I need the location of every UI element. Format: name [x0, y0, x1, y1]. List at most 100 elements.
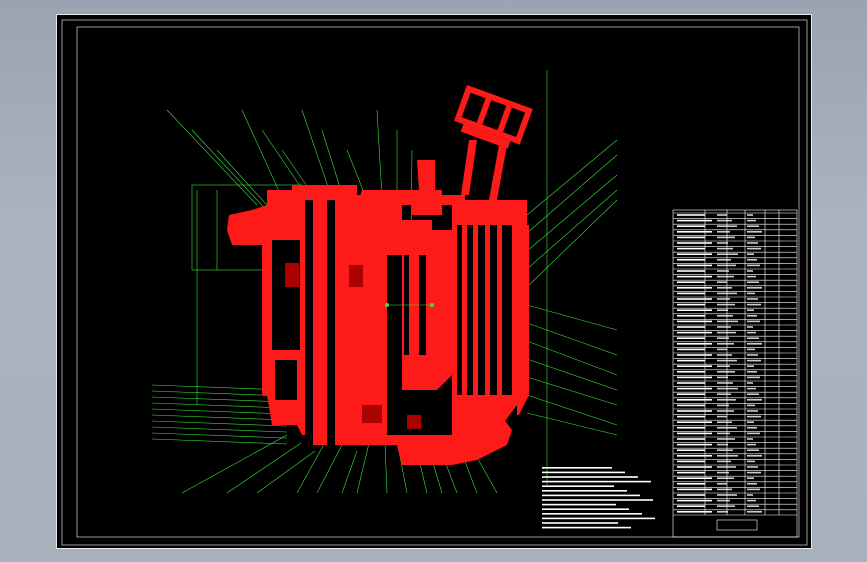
row-stroke: [677, 477, 712, 479]
row-stroke: [677, 466, 712, 468]
leader-line: [526, 322, 618, 356]
row-stroke: [747, 466, 758, 468]
row-stroke: [747, 455, 762, 457]
row-stroke: [717, 421, 732, 423]
row-stroke: [677, 225, 705, 227]
parts-list-rows: [673, 210, 797, 531]
note-stroke: [542, 480, 651, 483]
leader-line: [526, 376, 618, 406]
row-stroke: [717, 399, 736, 401]
leader-line: [526, 340, 618, 376]
row-stroke: [677, 483, 705, 485]
row-stroke: [747, 231, 762, 233]
row-stroke: [677, 315, 705, 317]
row-stroke: [747, 320, 760, 323]
leader-line: [151, 414, 288, 421]
row-stroke: [717, 315, 733, 317]
row-stroke: [747, 432, 760, 435]
row-stroke: [717, 242, 728, 244]
row-stroke: [747, 483, 757, 485]
right-flange: [517, 225, 529, 415]
row-stroke: [747, 236, 755, 239]
leader-line: [166, 109, 258, 206]
leader-line: [341, 450, 358, 494]
row-stroke: [677, 505, 705, 507]
row-stroke: [677, 309, 712, 311]
row-stroke: [747, 264, 760, 267]
row-stroke: [677, 404, 705, 407]
row-stroke: [717, 264, 736, 267]
leader-line: [316, 442, 344, 494]
row-stroke: [747, 259, 757, 261]
note-stroke: [542, 485, 614, 487]
right-bar-4: [497, 225, 502, 395]
note-stroke: [542, 508, 629, 510]
row-stroke: [717, 365, 730, 367]
row-stroke: [717, 247, 733, 250]
row-stroke: [717, 343, 734, 345]
row-stroke: [677, 292, 705, 295]
row-stroke: [677, 343, 712, 345]
row-stroke: [717, 499, 730, 502]
row-stroke: [677, 348, 705, 351]
rotor-shaft: [409, 245, 419, 385]
row-stroke: [717, 376, 728, 379]
row-stroke: [677, 270, 705, 272]
row-stroke: [717, 219, 732, 222]
title-cell: [716, 519, 758, 531]
row-stroke: [717, 466, 736, 468]
title-block: [672, 209, 798, 538]
row-stroke: [747, 449, 759, 451]
row-stroke: [747, 427, 757, 429]
row-stroke: [717, 393, 731, 395]
row-stroke: [747, 287, 762, 289]
leader-line: [526, 139, 618, 216]
bottom-right-block: [452, 410, 512, 465]
note-stroke: [542, 476, 638, 478]
row-stroke: [747, 292, 755, 295]
left-lower-cavity: [275, 360, 297, 400]
row-stroke: [717, 298, 730, 300]
row-stroke: [677, 231, 712, 233]
row-stroke: [747, 471, 761, 474]
row-stroke: [677, 320, 712, 323]
cad-viewport[interactable]: [56, 14, 812, 549]
row-stroke: [717, 460, 731, 463]
row-stroke: [747, 499, 756, 502]
row-stroke: [747, 298, 758, 300]
row-stroke: [747, 399, 762, 401]
bottom-hatch-1: [362, 405, 382, 423]
row-stroke: [677, 303, 705, 306]
row-stroke: [677, 415, 705, 418]
row-stroke: [677, 236, 705, 239]
row-stroke: [747, 488, 760, 491]
row-stroke: [747, 242, 758, 244]
inclined-motor: [454, 85, 533, 149]
leader-line: [526, 189, 618, 270]
row-stroke: [717, 287, 732, 289]
leader-line: [151, 432, 288, 439]
note-stroke: [542, 490, 627, 492]
assembly-drawing: [61, 19, 808, 546]
row-stroke: [717, 259, 731, 261]
note-stroke: [542, 503, 616, 506]
row-stroke: [747, 376, 760, 379]
row-stroke: [717, 303, 735, 306]
leader-line: [151, 408, 288, 415]
row-stroke: [747, 343, 762, 345]
row-stroke: [747, 270, 753, 272]
row-stroke: [677, 488, 712, 491]
row-stroke: [677, 410, 712, 412]
row-stroke: [677, 359, 705, 362]
row-stroke: [677, 242, 712, 244]
row-stroke: [677, 264, 712, 267]
row-stroke: [677, 421, 712, 423]
row-stroke: [747, 326, 753, 328]
row-stroke: [677, 455, 712, 457]
row-stroke: [747, 494, 753, 496]
bottom-hatch-2: [407, 415, 421, 429]
note-stroke: [542, 517, 655, 520]
row-stroke: [677, 287, 712, 289]
row-stroke: [747, 354, 758, 356]
row-stroke: [717, 236, 735, 239]
